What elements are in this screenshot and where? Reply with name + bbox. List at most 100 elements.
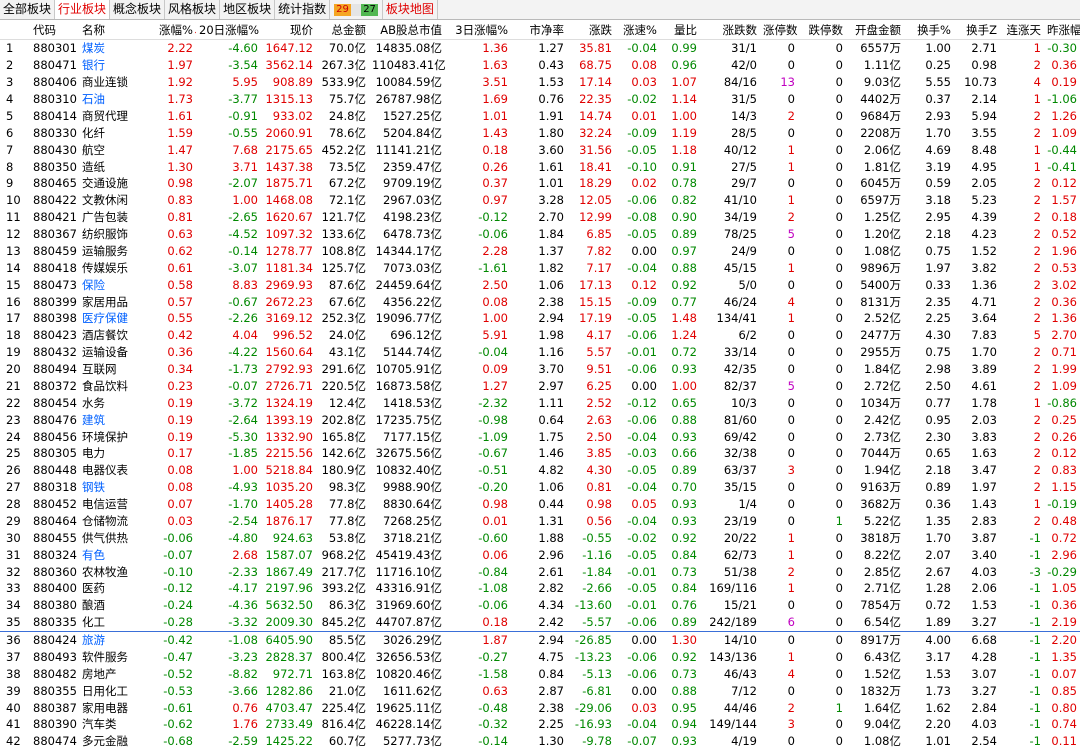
cell-open-amount: 1034万 — [860, 395, 901, 410]
cell-market-cap: 2967.03亿 — [382, 193, 442, 208]
column-header-open-amount[interactable]: 开盘金额 — [846, 20, 904, 40]
table-row[interactable]: 9 880465 交通设施 0.98 -2.07 1875.71 67.2亿 9709.19亿… — [0, 175, 1080, 192]
column-header-change-3d[interactable]: 3日涨幅% — [445, 20, 511, 40]
sort-descending-icon[interactable]: ↓ — [193, 27, 196, 37]
cell-name: 化工 — [79, 613, 156, 632]
cell-change-3d: -0.06 — [478, 227, 508, 242]
cell-code: 880390 — [33, 717, 77, 732]
column-header-price[interactable]: 现价 — [261, 20, 316, 40]
table-row[interactable]: 19 880432 运输设备 0.36 -4.22 1560.64 43.1亿 5144.74… — [0, 344, 1080, 361]
table-row[interactable]: 18 880423 酒店餐饮 0.42 4.04 996.52 24.0亿 696.12亿 5.… — [0, 327, 1080, 344]
table-row[interactable]: 22 880454 水务 0.19 -3.72 1324.19 12.4亿 1418.53亿 -… — [0, 394, 1080, 411]
table-row[interactable]: 42 880474 多元金融 -0.68 -2.59 1425.22 60.7亿 5277.7… — [0, 733, 1080, 750]
cell-limit-down-count: 0 — [835, 41, 843, 56]
tab-all-sectors[interactable]: 全部板块 — [0, 0, 56, 19]
column-header-volume-ratio[interactable]: 量比 — [660, 20, 700, 40]
table-row[interactable]: 1 880301 煤炭 2.22 -4.60 1647.12 70.0亿 14835.08亿 1… — [0, 40, 1080, 57]
cell-turnover: 2.95 — [925, 210, 951, 225]
cell-change-3d: -0.04 — [478, 345, 508, 360]
table-row[interactable]: 40 880387 家用电器 -0.61 0.76 4703.47 225.4亿 19625.… — [0, 699, 1080, 716]
cell-open-amount: 9.03亿 — [863, 75, 901, 90]
cell-total-amount: 133.6亿 — [321, 227, 366, 242]
tab-statistics-index[interactable]: 统计指数 — [275, 0, 331, 19]
tab-sector-map[interactable]: 板块地图 — [382, 0, 438, 19]
column-header-prev-change[interactable]: 昨涨幅% — [1044, 20, 1080, 40]
column-header-up-down-count[interactable]: 涨跌数 — [700, 20, 760, 40]
table-row[interactable]: 28 880452 电信运营 0.07 -1.70 1405.28 77.8亿 8830.64… — [0, 496, 1080, 513]
tab-style-sectors[interactable]: 风格板块 — [165, 0, 221, 19]
column-header-change-pct[interactable]: 涨幅%↓ — [156, 20, 196, 40]
cell-total-amount: 85.5亿 — [328, 633, 366, 648]
table-row[interactable]: 15 880473 保险 0.58 8.83 2969.93 87.6亿 24459.64亿 2… — [0, 276, 1080, 293]
table-row[interactable]: 2 880471 银行 1.97 -3.54 3562.14 267.3亿 110483.41… — [0, 57, 1080, 74]
tab-region-sectors[interactable]: 地区板块 — [220, 0, 276, 19]
table-row[interactable]: 29 880464 仓储物流 0.03 -2.54 1876.17 77.8亿 7268.25… — [0, 513, 1080, 530]
table-row[interactable]: 31 880324 有色 -0.07 2.68 1587.07 968.2亿 45419.43… — [0, 546, 1080, 563]
table-row[interactable]: 34 880380 酿酒 -0.24 -4.36 5632.50 86.3亿 31969.60… — [0, 597, 1080, 614]
table-row[interactable]: 37 880493 软件服务 -0.47 -3.23 2828.37 800.4亿 32656… — [0, 649, 1080, 666]
column-header-turnover-z[interactable]: 换手Z — [954, 20, 1000, 40]
table-row[interactable]: 25 880305 电力 0.17 -1.85 2215.56 142.6亿 32675.56… — [0, 445, 1080, 462]
cell-market-cap: 8830.64亿 — [382, 497, 442, 512]
table-row[interactable]: 7 880430 航空 1.47 7.68 2175.65 452.2亿 11141.21亿 0… — [0, 141, 1080, 158]
column-header-change-20d[interactable]: 20日涨幅% — [196, 20, 261, 40]
table-row[interactable]: 6 880330 化纤 1.59 -0.55 2060.91 78.6亿 5204.84亿 1.… — [0, 124, 1080, 141]
table-row[interactable]: 3 880406 商业连锁 1.92 5.95 908.89 533.9亿 10084.59亿… — [0, 74, 1080, 91]
column-header-change[interactable]: 涨跌 — [567, 20, 615, 40]
column-header-limit-up-count[interactable]: 涨停数 — [760, 20, 798, 40]
table-row[interactable]: 5 880414 商贸代理 1.61 -0.91 933.02 24.8亿 1527.25亿 1… — [0, 108, 1080, 125]
table-row[interactable]: 36 880424 旅游 -0.42 -1.08 6405.90 85.5亿 3026.29亿… — [0, 631, 1080, 648]
cell-change-3d: 1.63 — [482, 58, 508, 73]
column-header-market-cap[interactable]: AB股总市值 — [369, 20, 445, 40]
table-row[interactable]: 17 880398 医疗保健 0.55 -2.26 3169.12 252.3亿 19096.… — [0, 310, 1080, 327]
table-row[interactable]: 30 880455 供气供热 -0.06 -4.80 924.63 53.8亿 3718.21… — [0, 529, 1080, 546]
table-row[interactable]: 35 880335 化工 -0.28 -3.32 2009.30 845.2亿 44707.8… — [0, 613, 1080, 632]
cell-turnover: 2.93 — [925, 108, 951, 123]
cell-volume-ratio: 0.93 — [671, 362, 697, 377]
cell-turnover: 1.35 — [925, 513, 951, 528]
table-row[interactable]: 41 880390 汽车类 -0.62 1.76 2733.49 816.4亿 46228.1… — [0, 716, 1080, 733]
column-header-code[interactable]: 代码 — [30, 20, 79, 40]
table-row[interactable]: 21 880372 食品饮料 0.23 -0.07 2726.71 220.5亿 16873.… — [0, 378, 1080, 395]
cell-change-pct: 0.61 — [167, 260, 193, 275]
table-row[interactable]: 12 880367 纺织服饰 0.63 -4.52 1097.32 133.6亿 6478.7… — [0, 226, 1080, 243]
table-row[interactable]: 38 880482 房地产 -0.52 -8.82 972.71 163.8亿 10820.4… — [0, 665, 1080, 682]
column-header-name[interactable]: 名称 — [79, 20, 156, 40]
table-row[interactable]: 23 880476 建筑 0.19 -2.64 1393.19 202.8亿 17235.75… — [0, 411, 1080, 428]
cell-volume-ratio: 0.97 — [671, 243, 697, 258]
table-row[interactable]: 14 880418 传媒娱乐 0.61 -3.07 1181.34 125.7亿 7073.0… — [0, 259, 1080, 276]
table-row[interactable]: 27 880318 钢铁 0.08 -4.93 1035.20 98.3亿 9988.90亿 -… — [0, 479, 1080, 496]
cell-prev-change: 0.19 — [1051, 75, 1077, 90]
column-header-pb-ratio[interactable]: 市净率 — [511, 20, 567, 40]
tab-industry-sectors[interactable]: 行业板块 — [55, 0, 111, 19]
cell-limit-down-count: 0 — [835, 176, 843, 191]
cell-limit-up-count: 1 — [787, 311, 795, 326]
column-header-row-index[interactable] — [0, 20, 30, 40]
cell-name: 日用化工 — [82, 683, 128, 698]
cell-change: 14.74 — [579, 108, 612, 123]
table-row[interactable]: 10 880422 文教休闲 0.83 1.00 1468.08 72.1亿 2967.03亿… — [0, 192, 1080, 209]
cell-pb-ratio: 2.38 — [538, 700, 564, 715]
cell-volume-ratio: 0.84 — [671, 581, 697, 596]
table-row[interactable]: 4 880310 石油 1.73 -3.77 1315.13 75.7亿 26787.98亿 1… — [0, 91, 1080, 108]
table-row[interactable]: 33 880400 医药 -0.12 -4.17 2197.96 393.2亿 43316.9… — [0, 580, 1080, 597]
cell-change-20d: 2.68 — [232, 547, 258, 562]
table-row[interactable]: 26 880448 电器仪表 0.08 1.00 5218.84 180.9亿 10832.4… — [0, 462, 1080, 479]
table-row[interactable]: 16 880399 家居用品 0.57 -0.67 2672.23 67.6亿 4356.22… — [0, 293, 1080, 310]
cell-limit-down-count: 0 — [835, 429, 843, 444]
table-row[interactable]: 11 880421 广告包装 0.81 -2.65 1620.67 121.7亿 4198.2… — [0, 209, 1080, 226]
column-header-speed[interactable]: 涨速% — [615, 20, 660, 40]
column-header-limit-down-count[interactable]: 跌停数 — [798, 20, 846, 40]
column-header-turnover[interactable]: 换手% — [904, 20, 954, 40]
table-row[interactable]: 13 880459 运输服务 0.62 -0.14 1278.77 108.8亿 14344.… — [0, 243, 1080, 260]
table-row[interactable]: 8 880350 造纸 1.30 3.71 1437.38 73.5亿 2359.47亿 0.2… — [0, 158, 1080, 175]
column-header-total-amount[interactable]: 总金额 — [316, 20, 369, 40]
table-row[interactable]: 20 880494 互联网 0.34 -1.73 2792.93 291.6亿 10705.9… — [0, 361, 1080, 378]
column-header-consecutive-days[interactable]: 连涨天 — [1000, 20, 1044, 40]
cell-change-3d: -0.27 — [478, 649, 508, 664]
table-row[interactable]: 24 880456 环境保护 0.19 -5.30 1332.90 165.8亿 7177.1… — [0, 428, 1080, 445]
cell-code: 880372 — [33, 378, 77, 393]
table-row[interactable]: 39 880355 日用化工 -0.53 -3.66 1282.86 21.0亿 1611.6… — [0, 682, 1080, 699]
table-row[interactable]: 32 880360 农林牧渔 -0.10 -2.33 1867.49 217.7亿 11716… — [0, 563, 1080, 580]
tab-concept-sectors[interactable]: 概念板块 — [110, 0, 166, 19]
